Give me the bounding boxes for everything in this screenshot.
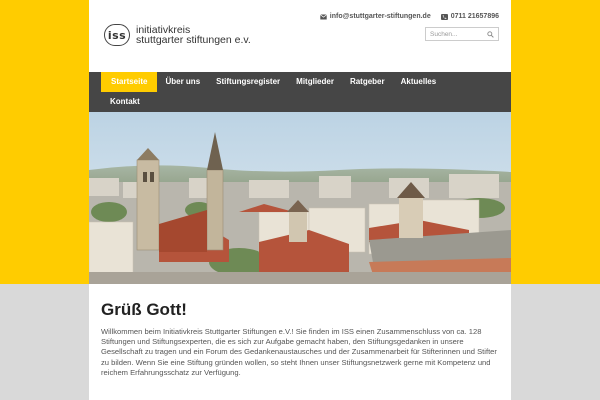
contact-phone-text: 0711 21657896 — [450, 13, 499, 20]
nav-item-ueber-uns[interactable]: Über uns — [157, 72, 208, 92]
logo-line-2: stuttgarter stiftungen e.v. — [136, 34, 251, 46]
search-input[interactable]: Suchen... — [425, 27, 499, 41]
logo-text: initiativkreis stuttgarter stiftungen e.… — [136, 25, 251, 46]
site-header: iss initiativkreis stuttgarter stiftunge… — [89, 0, 511, 72]
hero-image-stuttgart-skyline — [89, 112, 511, 284]
nav-row-1: Startseite Über uns Stiftungsregister Mi… — [89, 72, 444, 92]
contact-phone[interactable]: 0711 21657896 — [440, 13, 499, 20]
contact-email-text: info@stuttgarter-stiftungen.de — [329, 13, 431, 20]
contact-bar: info@stuttgarter-stiftungen.de 0711 2165… — [319, 13, 499, 20]
intro-paragraph: Willkommen beim Initiativkreis Stuttgart… — [101, 327, 497, 377]
main-content: Grüß Gott! Willkommen beim Initiativkrei… — [101, 300, 501, 378]
nav-item-kontakt[interactable]: Kontakt — [101, 92, 148, 112]
search-icon[interactable] — [487, 31, 494, 38]
contact-email[interactable]: info@stuttgarter-stiftungen.de — [319, 13, 431, 20]
page-title: Grüß Gott! — [101, 300, 187, 319]
nav-item-startseite[interactable]: Startseite — [101, 72, 158, 92]
nav-row-2: Kontakt — [89, 92, 148, 112]
nav-item-aktuelles[interactable]: Aktuelles — [393, 72, 445, 92]
page-container: iss initiativkreis stuttgarter stiftunge… — [89, 0, 511, 400]
envelope-icon — [319, 13, 327, 19]
hero-cityscape — [89, 112, 511, 284]
main-navigation: Startseite Über uns Stiftungsregister Mi… — [89, 72, 511, 112]
nav-item-ratgeber[interactable]: Ratgeber — [342, 72, 393, 92]
site-logo[interactable]: iss initiativkreis stuttgarter stiftunge… — [104, 24, 251, 46]
phone-icon — [440, 13, 448, 20]
nav-item-mitglieder[interactable]: Mitglieder — [288, 72, 342, 92]
search-placeholder: Suchen... — [430, 31, 458, 38]
nav-item-stiftungsregister[interactable]: Stiftungsregister — [208, 72, 288, 92]
logo-mark: iss — [104, 24, 130, 46]
